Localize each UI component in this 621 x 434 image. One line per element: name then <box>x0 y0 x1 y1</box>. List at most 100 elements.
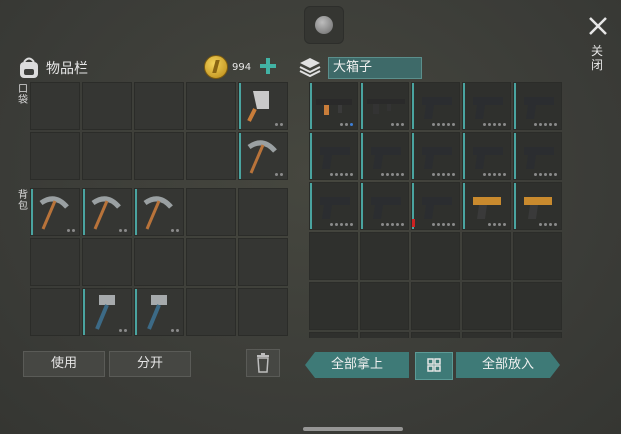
durability-dots <box>275 173 283 176</box>
center-toggle-button[interactable] <box>304 6 344 44</box>
home-indicator <box>303 427 403 431</box>
box-grid <box>309 82 562 338</box>
item-slot-pistol[interactable] <box>411 82 460 130</box>
durability-dots <box>119 329 127 332</box>
box-icon <box>299 58 321 78</box>
empty-slot[interactable] <box>462 332 511 338</box>
item-slot-flare-gun[interactable] <box>513 182 562 230</box>
pocket-grid <box>30 82 288 180</box>
empty-slot[interactable] <box>186 82 236 130</box>
durability-dots <box>330 223 353 226</box>
empty-slot[interactable] <box>238 238 288 286</box>
durability-dots <box>275 123 283 126</box>
durability-dots <box>340 123 353 126</box>
empty-slot[interactable] <box>186 288 236 336</box>
empty-slot[interactable] <box>238 288 288 336</box>
item-slot-pickaxe[interactable] <box>30 188 80 236</box>
backpack-label: 背包 <box>18 190 28 212</box>
close-icon[interactable] <box>586 14 610 38</box>
take-all-button[interactable]: 全部拿上 <box>305 352 409 378</box>
empty-slot[interactable] <box>30 238 80 286</box>
empty-slot[interactable] <box>513 232 562 280</box>
item-slot-flare-gun[interactable] <box>462 182 511 230</box>
grid-icon <box>427 358 441 372</box>
item-slot-hammer[interactable] <box>82 288 132 336</box>
empty-slot[interactable] <box>186 238 236 286</box>
sort-grid-button[interactable] <box>415 352 453 380</box>
empty-slot[interactable] <box>309 332 358 338</box>
add-coins-button[interactable] <box>259 57 277 75</box>
item-slot-pistol[interactable] <box>411 132 460 180</box>
box-header: 大箱子 <box>298 54 422 82</box>
empty-slot[interactable] <box>82 238 132 286</box>
durability-dots <box>432 223 455 226</box>
durability-dots <box>67 229 75 232</box>
item-slot-hammer[interactable] <box>134 288 184 336</box>
durability-dots <box>539 223 557 226</box>
empty-slot[interactable] <box>186 132 236 180</box>
empty-slot[interactable] <box>360 282 409 330</box>
empty-slot[interactable] <box>360 332 409 338</box>
item-slot-assault-rifle[interactable] <box>309 82 358 130</box>
item-slot-pistol[interactable] <box>513 132 562 180</box>
empty-slot[interactable] <box>82 82 132 130</box>
durability-dots <box>488 223 506 226</box>
coin-amount: 994 <box>232 61 252 73</box>
item-slot-pistol[interactable] <box>360 182 409 230</box>
item-slot-pistol[interactable] <box>411 182 460 230</box>
backpack-icon <box>20 57 38 78</box>
coin-icon <box>204 55 228 79</box>
item-slot-pistol[interactable] <box>462 82 511 130</box>
durability-dots <box>381 223 404 226</box>
damage-mark <box>412 219 415 227</box>
item-slot-pistol[interactable] <box>462 132 511 180</box>
durability-dots <box>171 229 179 232</box>
empty-slot[interactable] <box>513 332 562 338</box>
item-slot-pickaxe[interactable] <box>238 132 288 180</box>
item-slot-rifle[interactable] <box>360 82 409 130</box>
empty-slot[interactable] <box>30 132 80 180</box>
pocket-label: 口袋 <box>18 84 28 106</box>
empty-slot[interactable] <box>411 332 460 338</box>
durability-dots <box>330 173 353 176</box>
item-slot-pickaxe[interactable] <box>134 188 184 236</box>
empty-slot[interactable] <box>30 288 80 336</box>
durability-dots <box>391 123 404 126</box>
empty-slot[interactable] <box>462 232 511 280</box>
coin-counter: 994 <box>204 55 251 79</box>
item-slot-pistol[interactable] <box>309 132 358 180</box>
empty-slot[interactable] <box>513 282 562 330</box>
close-label[interactable]: 关闭 <box>590 44 604 72</box>
item-slot-pistol[interactable] <box>309 182 358 230</box>
durability-dots <box>534 173 557 176</box>
empty-slot[interactable] <box>462 282 511 330</box>
durability-dots <box>381 173 404 176</box>
empty-slot[interactable] <box>411 282 460 330</box>
box-title: 大箱子 <box>328 57 422 79</box>
toggle-dot-icon <box>315 16 333 34</box>
item-slot-cleaver[interactable] <box>238 82 288 130</box>
empty-slot[interactable] <box>82 132 132 180</box>
trash-icon <box>257 353 269 373</box>
item-slot-pickaxe[interactable] <box>82 188 132 236</box>
empty-slot[interactable] <box>309 232 358 280</box>
empty-slot[interactable] <box>30 82 80 130</box>
empty-slot[interactable] <box>360 232 409 280</box>
durability-dots <box>534 123 557 126</box>
empty-slot[interactable] <box>411 232 460 280</box>
item-slot-pistol[interactable] <box>513 82 562 130</box>
split-button[interactable]: 分开 <box>109 351 191 377</box>
empty-slot[interactable] <box>238 188 288 236</box>
put-all-button[interactable]: 全部放入 <box>456 352 560 378</box>
durability-dots <box>432 173 455 176</box>
inventory-title: 物品栏 <box>46 61 88 77</box>
use-button[interactable]: 使用 <box>23 351 105 377</box>
empty-slot[interactable] <box>186 188 236 236</box>
trash-button[interactable] <box>246 349 280 377</box>
empty-slot[interactable] <box>134 132 184 180</box>
empty-slot[interactable] <box>309 282 358 330</box>
empty-slot[interactable] <box>134 238 184 286</box>
item-slot-pistol[interactable] <box>360 132 409 180</box>
inventory-header: 物品栏 <box>18 54 88 82</box>
empty-slot[interactable] <box>134 82 184 130</box>
